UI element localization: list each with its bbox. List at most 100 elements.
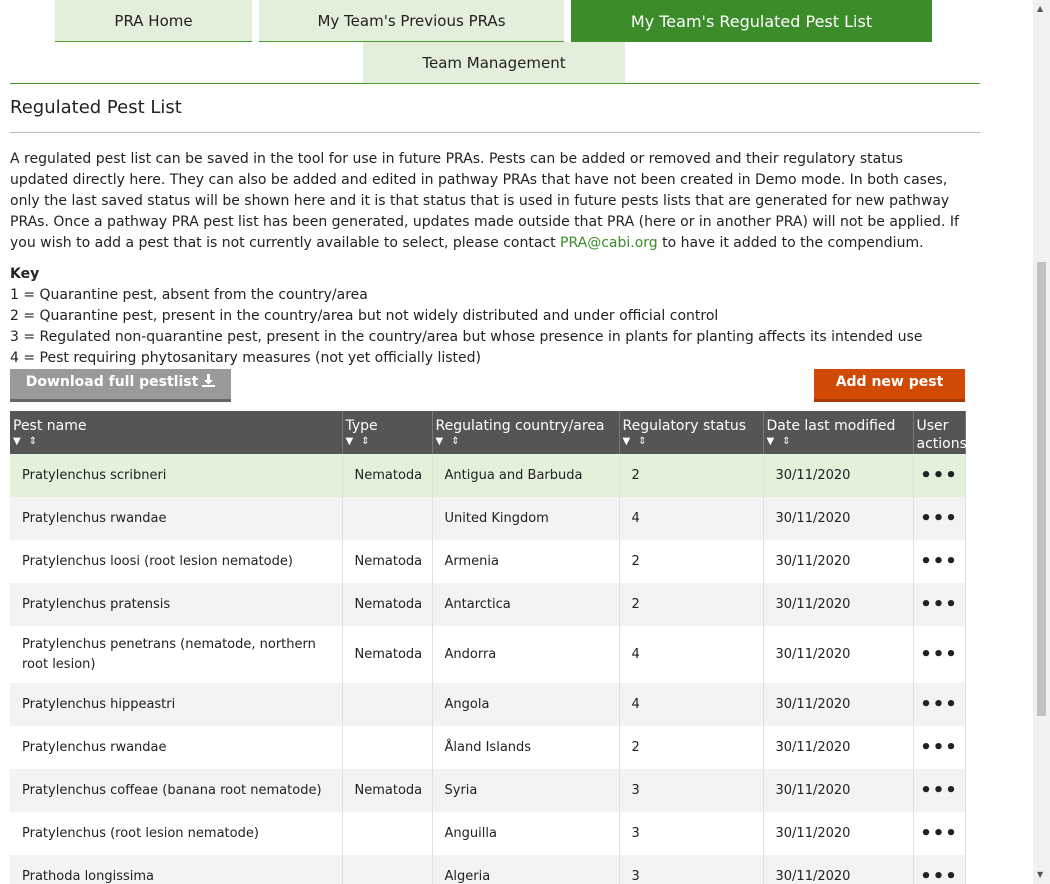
row-actions-menu-icon[interactable]: ••• bbox=[913, 726, 966, 769]
cell-status: 4 bbox=[619, 497, 764, 540]
table-row[interactable]: Pratylenchus scribneri Nematoda Antigua an… bbox=[10, 454, 966, 497]
cell-status-text: 4 bbox=[631, 647, 640, 662]
download-icon bbox=[202, 373, 216, 391]
cell-type bbox=[342, 497, 433, 540]
tab-previous-pras[interactable]: My Team's Previous PRAs bbox=[259, 0, 564, 42]
cell-country-text: Antigua and Barbuda bbox=[444, 468, 583, 483]
row-actions-menu-icon[interactable]: ••• bbox=[913, 683, 966, 726]
filter-icon[interactable]: ▼ bbox=[436, 436, 444, 448]
cell-country: United Kingdom bbox=[432, 497, 620, 540]
table-row[interactable]: Pratylenchus loosi (root lesion nematode… bbox=[10, 540, 966, 583]
row-actions-menu-icon[interactable]: ••• bbox=[913, 769, 966, 812]
cell-pest-name: Prathoda longissima bbox=[10, 855, 343, 884]
cell-date: 30/11/2020 bbox=[763, 726, 914, 769]
cell-date: 30/11/2020 bbox=[763, 626, 914, 683]
cell-pest-name-text: Pratylenchus loosi (root lesion nematode… bbox=[22, 553, 293, 569]
cell-status: 4 bbox=[619, 683, 764, 726]
cell-country-text: Armenia bbox=[444, 554, 500, 569]
scrollbar-thumb[interactable] bbox=[1037, 262, 1046, 716]
download-pestlist-button[interactable]: Download full pestlist bbox=[10, 369, 231, 402]
pest-table: Pest name ▼ ⇕ Type ▼ ⇕ Regulating country/… bbox=[10, 411, 967, 884]
cell-status: 2 bbox=[619, 583, 764, 626]
add-new-pest-button[interactable]: Add new pest bbox=[814, 369, 965, 402]
sort-icon[interactable]: ⇕ bbox=[361, 436, 369, 448]
table-row[interactable]: Pratylenchus coffeae (banana root nemato… bbox=[10, 769, 966, 812]
cell-status-text: 4 bbox=[631, 511, 640, 526]
cell-type: Nematoda bbox=[342, 540, 433, 583]
header-label: Regulating country/area bbox=[435, 418, 605, 434]
table-body: Pratylenchus scribneri Nematoda Antigua an… bbox=[10, 454, 966, 884]
row-actions-menu-icon[interactable]: ••• bbox=[913, 626, 966, 683]
key-title: Key bbox=[10, 266, 40, 282]
sort-icon[interactable]: ⇕ bbox=[451, 436, 459, 448]
key-item-3: 3 = Regulated non-quarantine pest, prese… bbox=[10, 329, 923, 345]
cell-date-text: 30/11/2020 bbox=[775, 826, 851, 841]
cell-country: Algeria bbox=[432, 855, 620, 884]
cell-pest-name: Pratylenchus rwandae bbox=[10, 726, 343, 769]
cell-date-text: 30/11/2020 bbox=[775, 647, 851, 662]
cell-status-text: 3 bbox=[631, 869, 640, 884]
cell-type-text: Nematoda bbox=[354, 468, 423, 483]
row-actions-menu-icon[interactable]: ••• bbox=[913, 583, 966, 626]
cell-pest-name: Pratylenchus penetrans (nematode, northe… bbox=[10, 626, 343, 683]
row-actions-menu-icon[interactable]: ••• bbox=[913, 497, 966, 540]
table-row[interactable]: Pratylenchus (root lesion nematode) Angui… bbox=[10, 812, 966, 855]
table-row[interactable]: Prathoda longissima Algeria 3 30/11/2020 ••• bbox=[10, 855, 966, 884]
cell-type: Nematoda bbox=[342, 454, 433, 497]
cell-type: Nematoda bbox=[342, 626, 433, 683]
row-actions-menu-icon[interactable]: ••• bbox=[913, 812, 966, 855]
cell-status: 4 bbox=[619, 626, 764, 683]
key-item-2: 2 = Quarantine pest, present in the coun… bbox=[10, 308, 719, 324]
cell-pest-name: Pratylenchus rwandae bbox=[10, 497, 343, 540]
cell-date-text: 30/11/2020 bbox=[775, 740, 851, 755]
cell-status: 3 bbox=[619, 812, 764, 855]
filter-icon[interactable]: ▼ bbox=[623, 436, 631, 448]
cell-type: Nematoda bbox=[342, 769, 433, 812]
cell-pest-name: Pratylenchus hippeastri bbox=[10, 683, 343, 726]
header-status: Regulatory status ▼ ⇕ bbox=[619, 411, 764, 454]
cell-country: Syria bbox=[432, 769, 620, 812]
tab-regulated-pest-list[interactable]: My Team's Regulated Pest List bbox=[571, 0, 932, 42]
row-actions-menu-icon[interactable]: ••• bbox=[913, 454, 966, 497]
cell-status-text: 4 bbox=[631, 697, 640, 712]
vertical-scrollbar[interactable]: ▲ ▼ bbox=[1033, 0, 1050, 884]
cell-country: Åland Islands bbox=[432, 726, 620, 769]
cell-date: 30/11/2020 bbox=[763, 683, 914, 726]
scroll-down-icon[interactable]: ▼ bbox=[1037, 870, 1043, 879]
header-label: Date last modified bbox=[766, 418, 896, 434]
table-row[interactable]: Pratylenchus hippeastri Angola 4 30/11/2020… bbox=[10, 683, 966, 726]
filter-icon[interactable]: ▼ bbox=[13, 436, 21, 448]
table-row[interactable]: Pratylenchus rwandae United Kingdom 4 30/11… bbox=[10, 497, 966, 540]
tab-pra-home[interactable]: PRA Home bbox=[55, 0, 252, 42]
sort-icon[interactable]: ⇕ bbox=[638, 436, 646, 448]
header-date: Date last modified ▼ ⇕ bbox=[763, 411, 914, 454]
header-user-actions: User actions bbox=[913, 411, 967, 454]
header-label: Pest name bbox=[13, 418, 87, 434]
table-row[interactable]: Pratylenchus rwandae Åland Islands 2 30/11/… bbox=[10, 726, 966, 769]
cell-pest-name-text: Pratylenchus pratensis bbox=[22, 596, 171, 612]
scroll-up-icon[interactable]: ▲ bbox=[1037, 4, 1043, 13]
cell-status: 2 bbox=[619, 454, 764, 497]
sort-icon[interactable]: ⇕ bbox=[782, 436, 790, 448]
filter-icon[interactable]: ▼ bbox=[767, 436, 775, 448]
cell-type-text: Nematoda bbox=[354, 597, 423, 612]
cell-date-text: 30/11/2020 bbox=[775, 468, 851, 483]
sort-icon[interactable]: ⇕ bbox=[29, 436, 37, 448]
cell-status-text: 2 bbox=[631, 740, 640, 755]
cell-country: Antigua and Barbuda bbox=[432, 454, 620, 497]
table-row[interactable]: Pratylenchus pratensis Nematoda Antarctica… bbox=[10, 583, 966, 626]
row-actions-menu-icon[interactable]: ••• bbox=[913, 855, 966, 884]
key-section: Key 1 = Quarantine pest, absent from the… bbox=[10, 264, 922, 369]
cell-pest-name: Pratylenchus (root lesion nematode) bbox=[10, 812, 343, 855]
row-actions-menu-icon[interactable]: ••• bbox=[913, 540, 966, 583]
cell-pest-name-text: Pratylenchus rwandae bbox=[22, 510, 167, 526]
table-row[interactable]: Pratylenchus penetrans (nematode, northe… bbox=[10, 626, 966, 683]
cell-date: 30/11/2020 bbox=[763, 540, 914, 583]
cell-country-text: Antarctica bbox=[444, 597, 511, 612]
cell-date-text: 30/11/2020 bbox=[775, 783, 851, 798]
cell-type-text: Nematoda bbox=[354, 647, 423, 662]
tab-team-management[interactable]: Team Management bbox=[363, 42, 625, 84]
filter-icon[interactable]: ▼ bbox=[346, 436, 354, 448]
header-label: Type bbox=[345, 418, 378, 434]
contact-email-link[interactable]: PRA@cabi.org bbox=[560, 235, 658, 251]
